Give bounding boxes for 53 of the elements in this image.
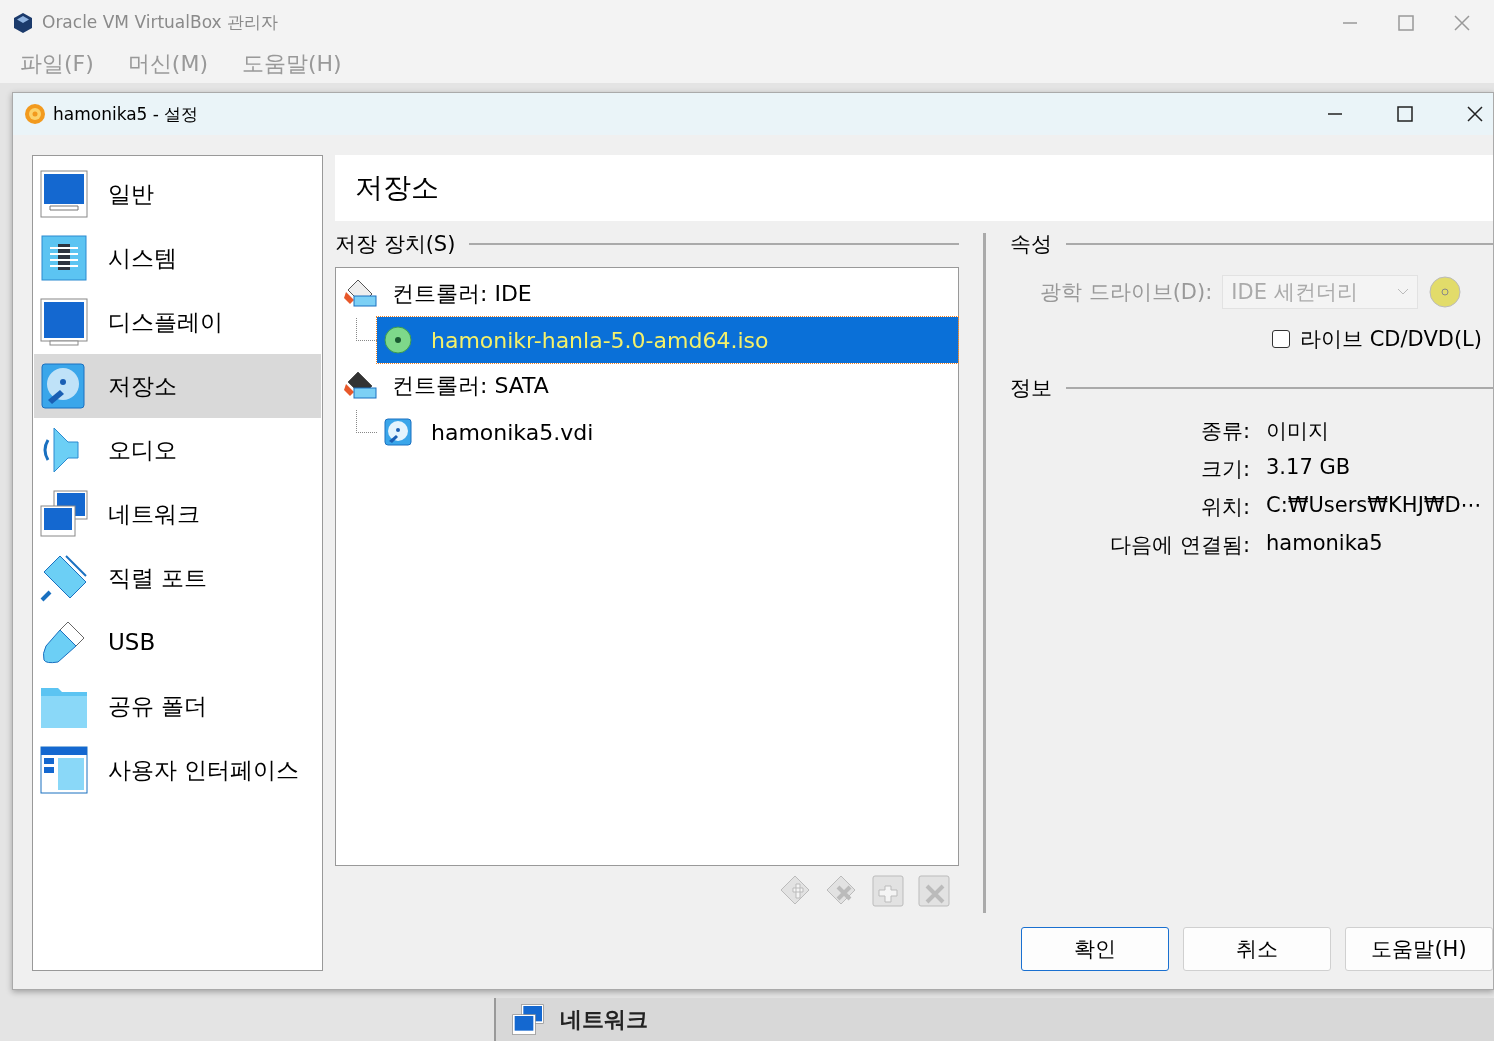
dialog-button[interactable]: 확인 [1021, 927, 1169, 971]
monitor-icon [40, 170, 88, 218]
monitor-icon [40, 298, 88, 346]
monitors-icon [512, 1003, 544, 1036]
controller-icon [344, 278, 378, 310]
dialog-button[interactable]: 취소 [1183, 927, 1331, 971]
group-heading: 정보 [1010, 375, 1052, 402]
chip-icon [40, 234, 88, 282]
close-icon[interactable] [1467, 106, 1483, 122]
tree-item[interactable]: 컨트롤러: SATA [336, 364, 958, 408]
info-label: 크기: [1199, 456, 1250, 483]
disc-icon [383, 325, 413, 355]
checkbox[interactable] [1272, 330, 1290, 348]
chevron-icon [1397, 288, 1410, 296]
tree-item[interactable]: hamonikr-hanla-5.0-amd64.iso [377, 317, 958, 363]
controller-icon [344, 370, 378, 402]
sidebar-item[interactable]: 공유 폴더 [34, 674, 321, 738]
sidebar-item[interactable]: 시스템 [34, 226, 321, 290]
info-value: 이미지 [1266, 418, 1330, 445]
checkbox-label: 라이브 CD/DVD(L) [1300, 326, 1482, 353]
remove-attachment-icon[interactable] [917, 874, 951, 908]
group-heading: 속성 [1010, 231, 1052, 258]
cube-logo-icon [12, 11, 34, 34]
add-attachment-icon[interactable] [871, 874, 905, 908]
info-label: 다음에 연결됨: [1109, 532, 1250, 559]
dialog-button[interactable]: 도움말(H) [1345, 927, 1493, 971]
monitors-icon [40, 490, 88, 538]
info-label: 종류: [1199, 418, 1250, 445]
sidebar-item[interactable]: 디스플레이 [34, 290, 321, 354]
info-label: 위치: [1199, 494, 1250, 521]
disc-icon[interactable] [1428, 275, 1463, 309]
info-value: C:₩Users₩KHJ₩D⋯ [1266, 493, 1483, 519]
info-value: hamonika5 [1266, 531, 1384, 557]
sidebar-item[interactable]: 저장소 [34, 354, 321, 418]
window-icon [40, 746, 88, 794]
group-heading: 저장 장치(S) [335, 231, 456, 258]
sidebar-item[interactable]: 네트워크 [34, 482, 321, 546]
window-title: Oracle VM VirtualBox 관리자 [42, 11, 278, 34]
tree-item[interactable]: 컨트롤러: IDE [336, 272, 958, 316]
page-title: 저장소 [335, 155, 1493, 221]
sidebar-item[interactable]: 일반 [34, 162, 321, 226]
dialog-title: hamonika5 - 설정 [53, 102, 199, 126]
connector-icon [40, 554, 88, 602]
section-title: 네트워크 [560, 1005, 648, 1034]
sidebar-item[interactable]: 사용자 인터페이스 [34, 738, 321, 802]
sidebar-item[interactable]: USB [34, 610, 321, 674]
field-label: 광학 드라이브(D): [1040, 279, 1213, 306]
tree-item[interactable]: hamonika5.vdi [377, 409, 958, 455]
info-value: 3.17 GB [1266, 455, 1352, 481]
sidebar-item[interactable]: 직렬 포트 [34, 546, 321, 610]
tree-line [356, 409, 377, 433]
sidebar-item[interactable]: 오디오 [34, 418, 321, 482]
maximize-icon[interactable] [1397, 106, 1413, 122]
